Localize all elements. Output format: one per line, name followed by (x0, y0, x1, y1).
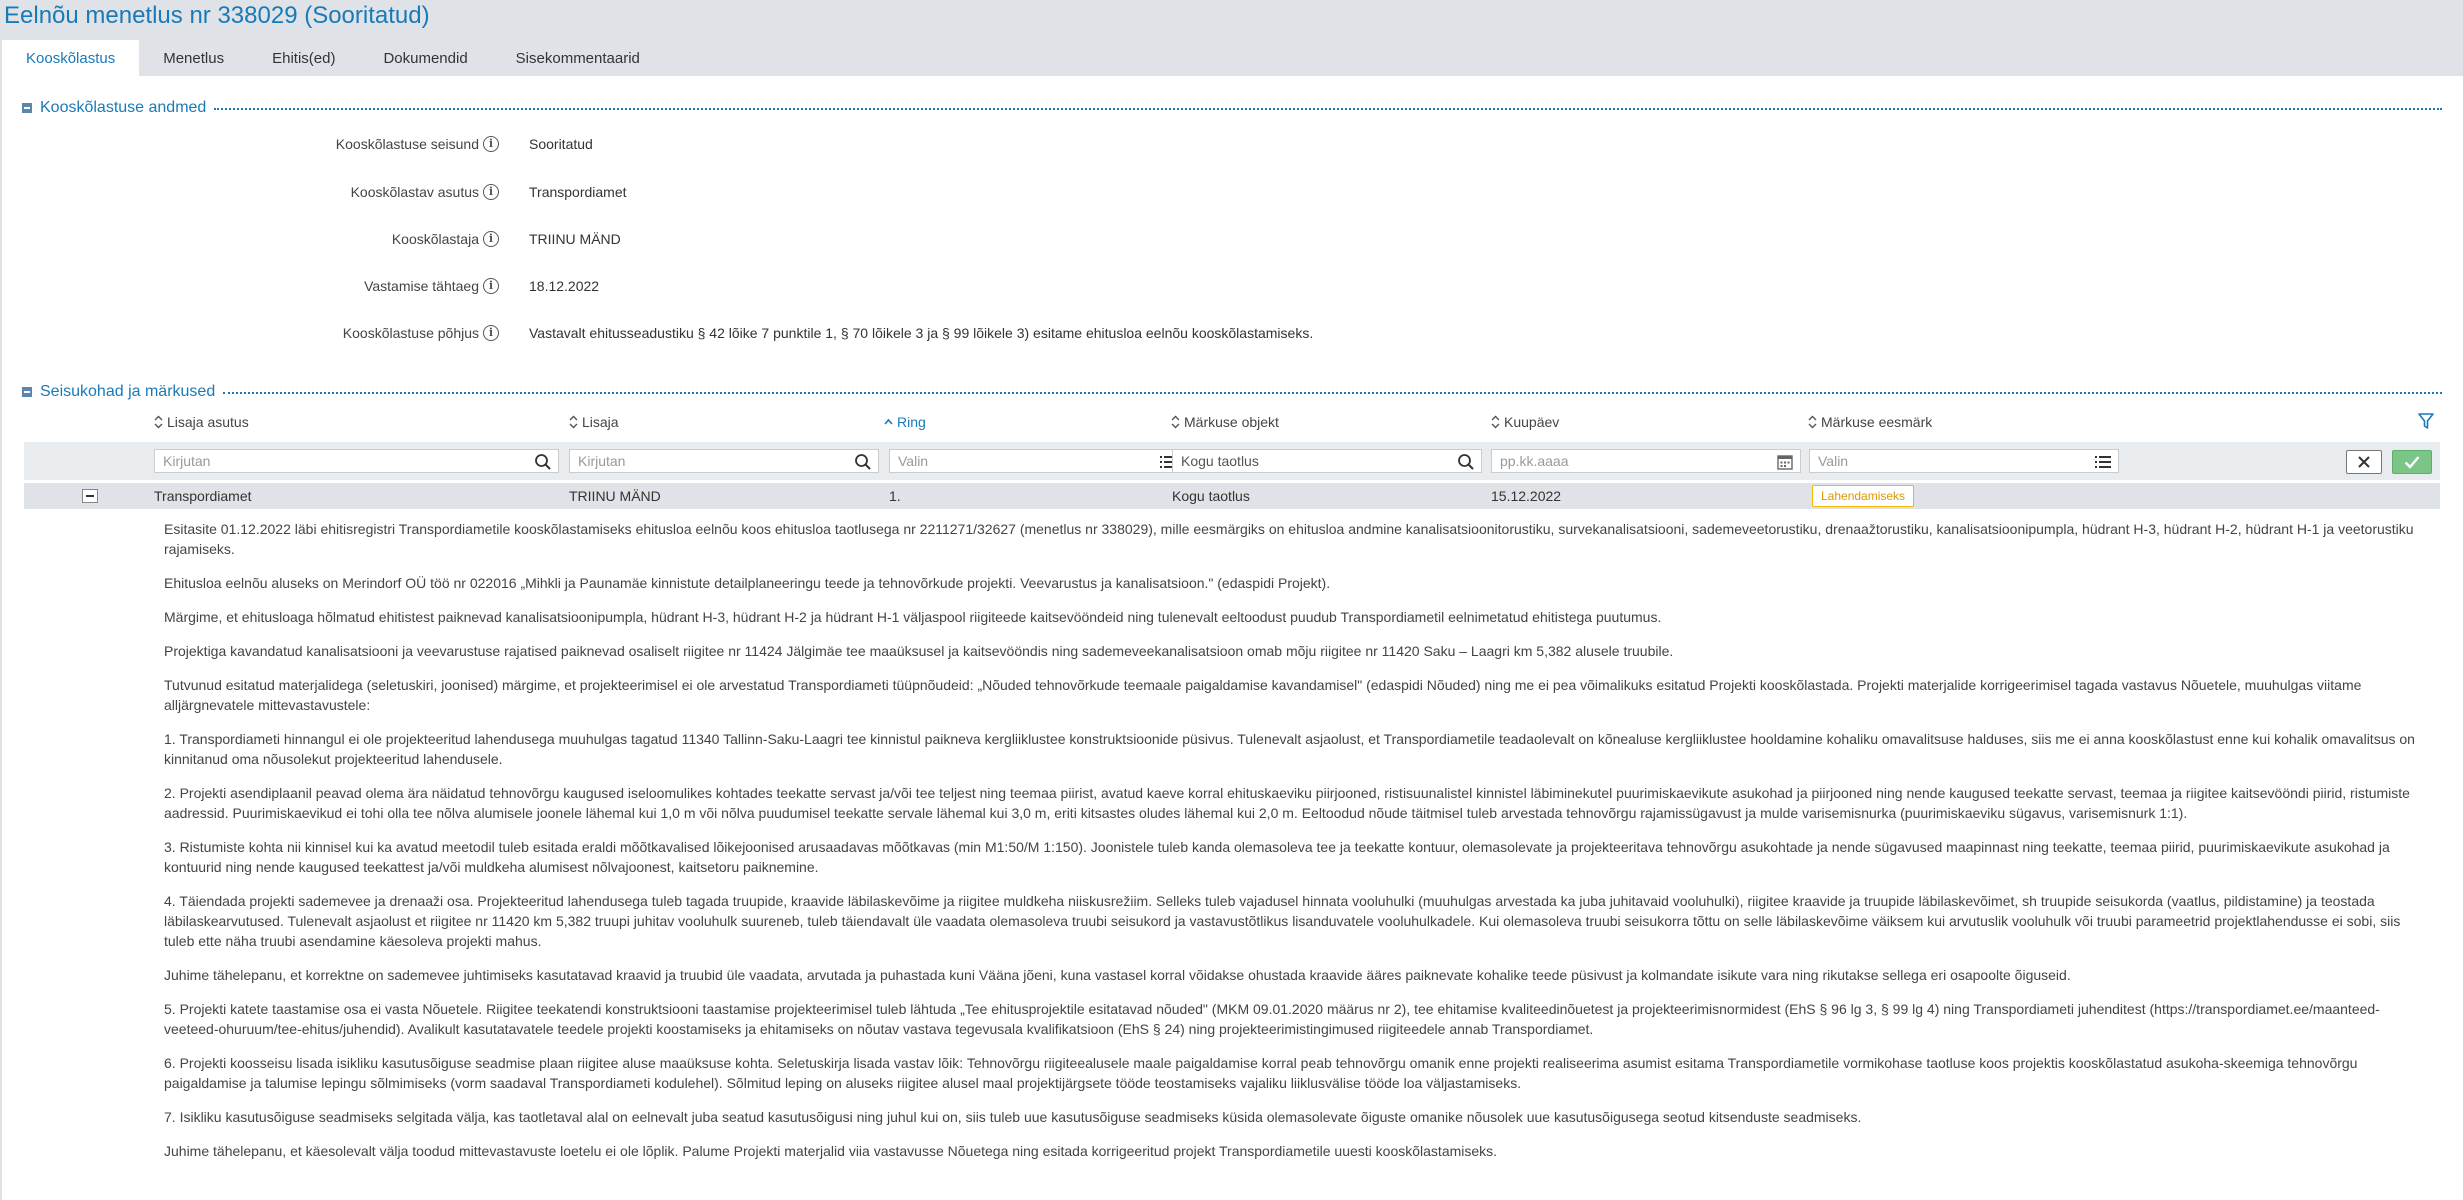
calendar-icon[interactable] (1776, 453, 1794, 471)
cell-lisaja-asutus: Transpordiamet (154, 488, 252, 504)
tab-sisekommentaarid[interactable]: Sisekommentaarid (492, 40, 664, 76)
input-value: Kogu taotlus (1181, 453, 1259, 469)
column-lisaja-asutus[interactable]: Lisaja asutus (154, 414, 249, 430)
placeholder-text: Kirjutan (578, 453, 626, 469)
filter-lisaja-input[interactable]: Kirjutan (569, 449, 879, 473)
search-icon[interactable] (1457, 453, 1475, 471)
sort-icon (154, 415, 163, 429)
column-label: Märkuse eesmärk (1821, 414, 1933, 430)
collapse-comments-button[interactable] (22, 387, 32, 397)
search-icon[interactable] (854, 453, 872, 471)
clear-filters-button[interactable] (2346, 450, 2382, 474)
section-divider (214, 108, 2442, 110)
apply-filters-button[interactable] (2392, 450, 2432, 474)
section-details-title: Kooskõlastuse andmed (40, 99, 207, 116)
tab-kooskolastus[interactable]: Kooskõlastus (2, 40, 140, 76)
field-label: Kooskõlastaja (391, 231, 479, 247)
column-label: Märkuse objekt (1184, 414, 1279, 430)
column-markuse-objekt[interactable]: Märkuse objekt (1171, 414, 1279, 430)
tab-menetlus[interactable]: Menetlus (139, 40, 248, 76)
field-label: Kooskõlastuse põhjus (342, 325, 479, 341)
filter-ring-select[interactable]: Valin (889, 449, 1184, 473)
placeholder-text: Valin (1818, 453, 1849, 469)
comment-paragraph: 1. Transpordiameti hinnangul ei ole proj… (164, 731, 2415, 767)
section-details-header: Kooskõlastuse andmed (22, 98, 2442, 118)
tab-bar: Kooskõlastus Menetlus Ehitis(ed) Dokumen… (2, 40, 664, 76)
comment-paragraph: 4. Täiendada projekti sademevee ja drena… (164, 893, 2401, 949)
filter-markuse-eesmark-select[interactable]: Valin (1809, 449, 2119, 473)
tab-dokumendid[interactable]: Dokumendid (359, 40, 491, 76)
comment-body: Esitasite 01.12.2022 läbi ehitisregistri… (164, 519, 2426, 1175)
field-value: TRIINU MÄND (529, 231, 621, 247)
field-value: 18.12.2022 (529, 278, 600, 294)
comment-paragraph: Projektiga kavandatud kanalisatsiooni ja… (164, 643, 1674, 659)
section-divider (223, 392, 2442, 394)
field-value: Transpordiamet (529, 184, 627, 200)
filter-lisaja-asutus-input[interactable]: Kirjutan (154, 449, 559, 473)
collapse-row-button[interactable] (82, 489, 98, 503)
main-panel: Kooskõlastuse andmed Kooskõlastuse seisu… (2, 76, 2463, 1200)
cell-lisaja: TRIINU MÄND (569, 488, 661, 504)
check-icon (2404, 456, 2420, 469)
comment-paragraph: 2. Projekti asendiplaanil peavad olema ä… (164, 785, 2410, 821)
sort-icon (1808, 415, 1817, 429)
filter-icon[interactable] (2417, 412, 2435, 430)
sort-icon (569, 415, 578, 429)
status-badge: Lahendamiseks (1812, 485, 1915, 507)
comment-paragraph: Tutvunud esitatud materjalidega (seletus… (164, 677, 2362, 713)
comment-paragraph: Märgime, et ehitusloaga hõlmatud ehitist… (164, 609, 1662, 625)
comment-paragraph: Esitasite 01.12.2022 läbi ehitisregistri… (164, 521, 2414, 557)
info-icon[interactable]: i (483, 231, 499, 247)
page-title: Eelnõu menetlus nr 338029 (Sooritatud) (4, 2, 430, 29)
comment-paragraph: Ehitusloa eelnõu aluseks on Merindorf OÜ… (164, 575, 1331, 591)
placeholder-text: pp.kk.aaaa (1500, 453, 1569, 469)
placeholder-text: Kirjutan (163, 453, 211, 469)
field-label: Kooskõlastuse seisund (335, 136, 479, 152)
comment-paragraph: Juhime tähelepanu, et käesolevalt välja … (164, 1143, 1498, 1159)
info-icon[interactable]: i (483, 184, 499, 200)
cell-markuse-objekt: Kogu taotlus (1172, 488, 1250, 504)
comment-paragraph: 5. Projekti katete taastamise osa ei vas… (164, 1001, 2380, 1037)
field-value: Sooritatud (529, 136, 593, 152)
info-icon[interactable]: i (483, 325, 499, 341)
field-label: Kooskõlastav asutus (350, 184, 479, 200)
comment-paragraph: 6. Projekti koosseisu lisada isikliku ka… (164, 1055, 2358, 1091)
section-comments-header: Seisukohad ja märkused (22, 382, 2442, 402)
field-label: Vastamise tähtaeg (364, 278, 479, 294)
column-kuupaev[interactable]: Kuupäev (1491, 414, 1559, 430)
sort-ascending-icon (884, 418, 893, 425)
comment-paragraph: 7. Isikliku kasutusõiguse seadmiseks sel… (164, 1109, 1862, 1125)
sort-icon (1171, 415, 1180, 429)
section-comments-title: Seisukohad ja märkused (40, 383, 216, 400)
list-icon[interactable] (2094, 453, 2112, 471)
cell-kuupaev: 15.12.2022 (1491, 488, 1562, 504)
placeholder-text: Valin (898, 453, 929, 469)
filter-markuse-objekt-input[interactable]: Kogu taotlus (1172, 449, 1482, 473)
cell-ring: 1. (889, 488, 901, 504)
info-icon[interactable]: i (483, 136, 499, 152)
filter-kuupaev-input[interactable]: pp.kk.aaaa (1491, 449, 1801, 473)
column-ring[interactable]: Ring (884, 414, 926, 430)
search-icon[interactable] (534, 453, 552, 471)
column-label: Lisaja asutus (167, 414, 249, 430)
column-label: Kuupäev (1504, 414, 1560, 430)
column-lisaja[interactable]: Lisaja (569, 414, 619, 430)
column-markuse-eesmark[interactable]: Märkuse eesmärk (1808, 414, 1932, 430)
close-icon (2358, 456, 2370, 468)
column-label: Lisaja (582, 414, 619, 430)
column-label: Ring (897, 414, 926, 430)
table-row[interactable]: Transpordiamet TRIINU MÄND 1. Kogu taotl… (24, 483, 2440, 509)
filter-bar: Kirjutan Kirjutan Valin Kogu taotlus pp.… (24, 442, 2440, 480)
collapse-details-button[interactable] (22, 103, 32, 113)
info-icon[interactable]: i (483, 278, 499, 294)
tab-ehitised[interactable]: Ehitis(ed) (248, 40, 359, 76)
field-value: Vastavalt ehitusseadustiku § 42 lõike 7 … (529, 325, 1314, 341)
sort-icon (1491, 415, 1500, 429)
comment-paragraph: Juhime tähelepanu, et korrektne on sadem… (164, 967, 2071, 983)
comment-paragraph: 3. Ristumiste kohta nii kinnisel kui ka … (164, 839, 2390, 875)
